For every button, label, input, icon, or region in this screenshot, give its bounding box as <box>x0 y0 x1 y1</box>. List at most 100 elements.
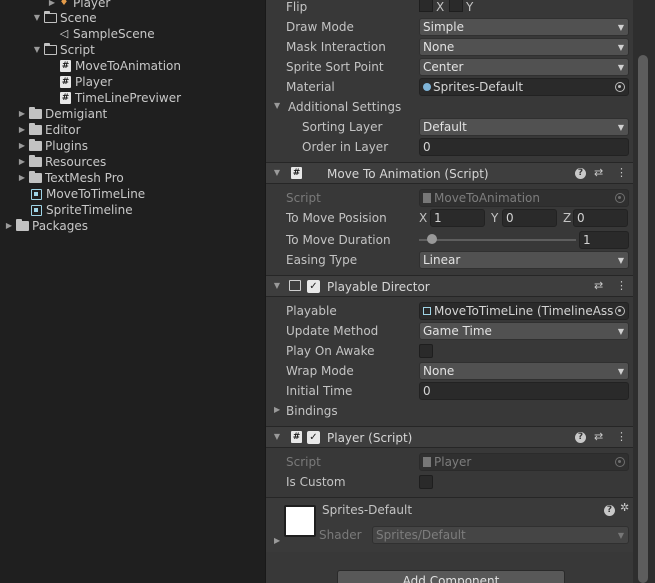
tree-item-label: Demigiant <box>45 107 108 121</box>
inspector-scrollbar[interactable] <box>633 0 655 583</box>
tree-item-resources[interactable]: ▶ Resources <box>17 154 106 170</box>
collapse-arrow-icon[interactable]: ▼ <box>272 281 282 290</box>
is-custom-checkbox[interactable] <box>419 475 433 489</box>
collapse-arrow-icon[interactable]: ▼ <box>274 101 280 110</box>
tree-item-label: Packages <box>32 219 88 233</box>
scrollbar-thumb[interactable] <box>638 55 648 583</box>
z-label[interactable]: Z <box>563 209 571 227</box>
duration-slider-handle[interactable] <box>426 234 437 244</box>
tree-item-movetotimeline[interactable]: MoveToTimeLine <box>29 186 145 202</box>
tree-item-label: Editor <box>45 123 81 137</box>
material-field[interactable]: Sprites-Default <box>419 78 629 96</box>
presets-icon[interactable]: ⇄ <box>594 166 603 179</box>
x-label[interactable]: X <box>419 209 427 227</box>
help-icon[interactable]: ? <box>575 168 586 179</box>
csharp-script-icon: # <box>291 167 302 179</box>
tree-item-demigiant[interactable]: ▶ Demigiant <box>17 106 107 122</box>
add-component-button[interactable]: Add Component <box>337 570 565 583</box>
component-title: Playable Director <box>327 280 430 294</box>
material-preview <box>284 505 316 537</box>
tree-item-label: MoveToAnimation <box>75 59 181 73</box>
collapse-arrow-icon[interactable]: ▼ <box>32 42 42 58</box>
object-picker-icon[interactable] <box>615 306 625 316</box>
sorting-layer-dropdown[interactable]: Default ▼ <box>419 118 629 136</box>
presets-icon[interactable]: ⇄ <box>594 430 603 443</box>
easing-type-dropdown[interactable]: Linear ▼ <box>419 251 629 269</box>
material-value: Sprites-Default <box>433 80 524 94</box>
position-x-input[interactable]: 1 <box>430 209 485 227</box>
collapse-arrow-icon[interactable]: ▼ <box>32 10 42 26</box>
context-menu-icon[interactable]: ⋮ <box>616 279 627 292</box>
folder-open-icon <box>43 10 57 23</box>
collapse-arrow-icon[interactable]: ▼ <box>272 432 282 441</box>
script-label: Script <box>286 455 321 469</box>
expand-arrow-icon[interactable]: ▶ <box>274 536 280 545</box>
draw-mode-dropdown[interactable]: Simple ▼ <box>419 18 629 36</box>
order-in-layer-label: Order in Layer <box>302 140 389 154</box>
play-on-awake-checkbox[interactable] <box>419 344 433 358</box>
flip-x-checkbox[interactable] <box>419 0 433 12</box>
playable-field[interactable]: MoveToTimeLine (TimelineAss <box>419 302 629 320</box>
tree-item-textmesh-pro[interactable]: ▶ TextMesh Pro <box>17 170 124 186</box>
expand-arrow-icon[interactable]: ▶ <box>17 154 27 170</box>
script-label: Script <box>286 191 321 205</box>
position-y-input[interactable]: 0 <box>502 209 557 227</box>
context-menu-icon[interactable]: ⋮ <box>616 166 627 179</box>
duration-slider-track[interactable] <box>419 239 576 241</box>
shader-label: Shader <box>319 528 362 542</box>
tree-item-plugins[interactable]: ▶ Plugins <box>17 138 88 154</box>
dropdown-arrow-icon: ▼ <box>617 123 624 132</box>
y-label[interactable]: Y <box>491 209 498 227</box>
expand-arrow-icon[interactable]: ▶ <box>274 405 280 414</box>
tree-item-timelinepreviwer[interactable]: # TimeLinePreviwer <box>58 90 181 106</box>
tree-item-packages[interactable]: ▶ Packages <box>4 218 88 234</box>
order-in-layer-input[interactable]: 0 <box>419 138 629 156</box>
csharp-script-icon: # <box>60 60 71 72</box>
bindings-foldout[interactable]: Bindings <box>286 402 338 420</box>
tree-item-movetoanimation[interactable]: # MoveToAnimation <box>58 58 181 74</box>
expand-arrow-icon[interactable]: ▶ <box>4 218 14 234</box>
object-picker-icon[interactable] <box>615 82 625 92</box>
expand-arrow-icon[interactable]: ▶ <box>17 106 27 122</box>
position-z-input[interactable]: 0 <box>573 209 628 227</box>
tree-item-editor[interactable]: ▶ Editor <box>17 122 81 138</box>
tree-item-scene[interactable]: ▼ Scene <box>32 10 97 26</box>
sprite-sort-point-dropdown[interactable]: Center ▼ <box>419 58 629 76</box>
update-method-value: Game Time <box>423 324 492 338</box>
tree-item-spritetimeline[interactable]: SpriteTimeline <box>29 202 133 218</box>
duration-input[interactable]: 1 <box>579 231 629 249</box>
wrap-mode-dropdown[interactable]: None ▼ <box>419 362 629 380</box>
tree-item-script-folder[interactable]: ▼ Script <box>32 42 95 58</box>
material-name: Sprites-Default <box>322 503 413 517</box>
timeline-asset-icon <box>423 307 431 315</box>
move-to-animation-header[interactable]: ▼ # Move To Animation (Script) ? ⇄ ⋮ <box>266 162 634 184</box>
enabled-checkbox[interactable]: ✓ <box>307 431 320 444</box>
project-pane: ▶ ♦ Player ▼ Scene ◁ SampleScene ▼ Scrip… <box>0 0 265 583</box>
script-value: MoveToAnimation <box>434 191 540 205</box>
enabled-checkbox[interactable]: ✓ <box>307 280 320 293</box>
additional-settings-foldout[interactable]: Additional Settings <box>288 98 401 116</box>
initial-time-input[interactable]: 0 <box>419 382 629 400</box>
flip-y-checkbox[interactable] <box>449 0 463 12</box>
folder-icon <box>29 171 42 183</box>
tree-item-samplescene[interactable]: ◁ SampleScene <box>56 26 155 42</box>
player-script-header[interactable]: ▼ # ✓ Player (Script) ? ⇄ ⋮ <box>266 426 634 448</box>
context-menu-icon[interactable]: ⋮ <box>616 430 627 443</box>
mask-interaction-dropdown[interactable]: None ▼ <box>419 38 629 56</box>
expand-arrow-icon[interactable]: ▶ <box>17 170 27 186</box>
tree-item-label: Player <box>75 75 113 89</box>
help-icon[interactable]: ? <box>604 505 615 516</box>
help-icon[interactable]: ? <box>575 432 586 443</box>
shader-value: Sprites/Default <box>376 528 466 542</box>
tree-item-player-script[interactable]: # Player <box>58 74 112 90</box>
update-method-dropdown[interactable]: Game Time ▼ <box>419 322 629 340</box>
expand-arrow-icon[interactable]: ▶ <box>17 122 27 138</box>
unity-scene-icon: ◁ <box>59 27 69 40</box>
presets-icon[interactable]: ⇄ <box>594 279 603 292</box>
collapse-arrow-icon[interactable]: ▼ <box>272 168 282 177</box>
tree-item-label: TextMesh Pro <box>45 171 124 185</box>
update-method-label: Update Method <box>286 324 379 338</box>
playable-director-header[interactable]: ▼ ✓ Playable Director ⇄ ⋮ <box>266 275 634 297</box>
expand-arrow-icon[interactable]: ▶ <box>17 138 27 154</box>
gear-icon[interactable]: ✲ <box>620 501 629 514</box>
